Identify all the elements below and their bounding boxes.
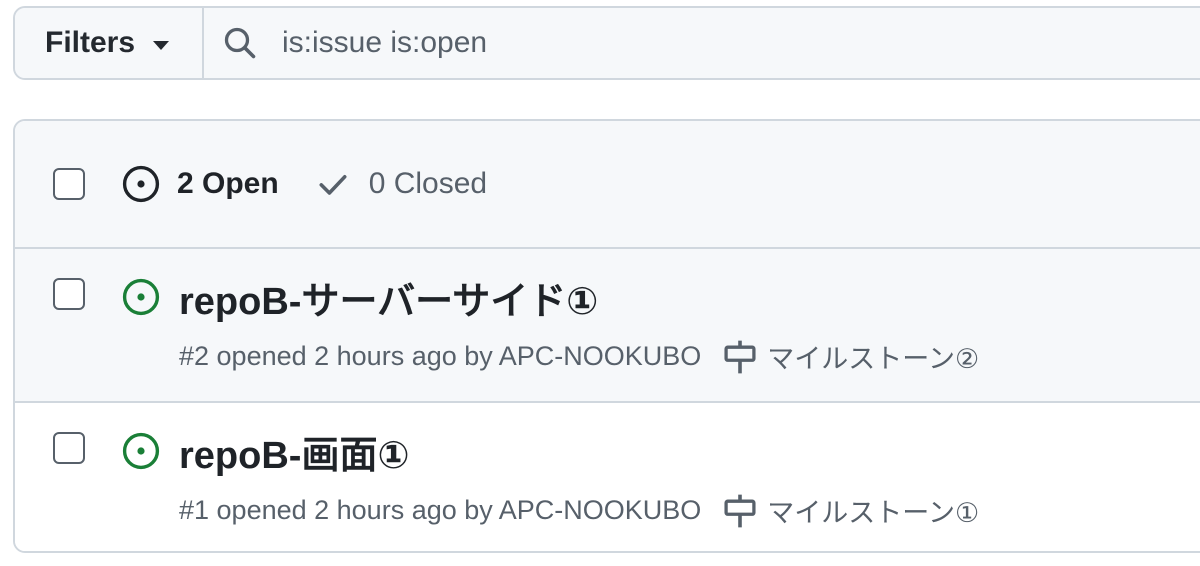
open-count-label: 2 Open (177, 167, 279, 200)
issue-opened-icon (122, 278, 160, 316)
issue-title-link[interactable]: repoB-画面① (179, 429, 979, 483)
select-all-checkbox[interactable] (53, 168, 85, 200)
issues-list: 2 Open 0 Closed repoB-サーバーサイド① #2 opened… (13, 119, 1200, 553)
issue-opened-icon (122, 165, 160, 203)
issue-meta-text: #2 opened 2 hours ago by APC-NOOKUBO (179, 341, 702, 371)
issue-checkbox[interactable] (53, 278, 85, 310)
issues-list-header: 2 Open 0 Closed (15, 121, 1200, 249)
issue-title-link[interactable]: repoB-サーバーサイド① (179, 275, 979, 329)
search-input[interactable] (282, 26, 1082, 60)
milestone-icon (724, 494, 756, 527)
milestone-label: マイルストーン① (767, 498, 980, 528)
issue-opened-icon (122, 432, 160, 470)
issue-meta-text: #1 opened 2 hours ago by APC-NOOKUBO (179, 495, 702, 525)
filters-dropdown-button[interactable]: Filters (15, 8, 204, 78)
filters-label: Filters (45, 26, 136, 59)
search-box (204, 8, 1200, 78)
open-issues-tab[interactable]: 2 Open (121, 164, 279, 204)
milestone-link[interactable]: マイルストーン① (723, 491, 979, 530)
issue-row: repoB-サーバーサイド① #2 opened 2 hours ago by … (15, 249, 1200, 403)
milestone-label: マイルストーン② (767, 344, 980, 374)
search-icon (224, 27, 256, 59)
issue-row: repoB-画面① #1 opened 2 hours ago by APC-N… (15, 403, 1200, 551)
issue-body: repoB-画面① #1 opened 2 hours ago by APC-N… (179, 429, 979, 530)
filter-bar: Filters (13, 6, 1200, 80)
issue-meta: #1 opened 2 hours ago by APC-NOOKUBO マイル… (179, 491, 979, 530)
closed-count-label: 0 Closed (368, 167, 488, 200)
caret-down-icon (153, 40, 170, 50)
closed-issues-tab[interactable]: 0 Closed (315, 166, 487, 202)
issue-body: repoB-サーバーサイド① #2 opened 2 hours ago by … (179, 275, 979, 376)
milestone-icon (724, 340, 756, 373)
milestone-link[interactable]: マイルストーン② (723, 337, 979, 376)
issue-meta: #2 opened 2 hours ago by APC-NOOKUBO マイル… (179, 337, 979, 376)
check-icon (319, 175, 347, 195)
issue-checkbox[interactable] (53, 432, 85, 464)
